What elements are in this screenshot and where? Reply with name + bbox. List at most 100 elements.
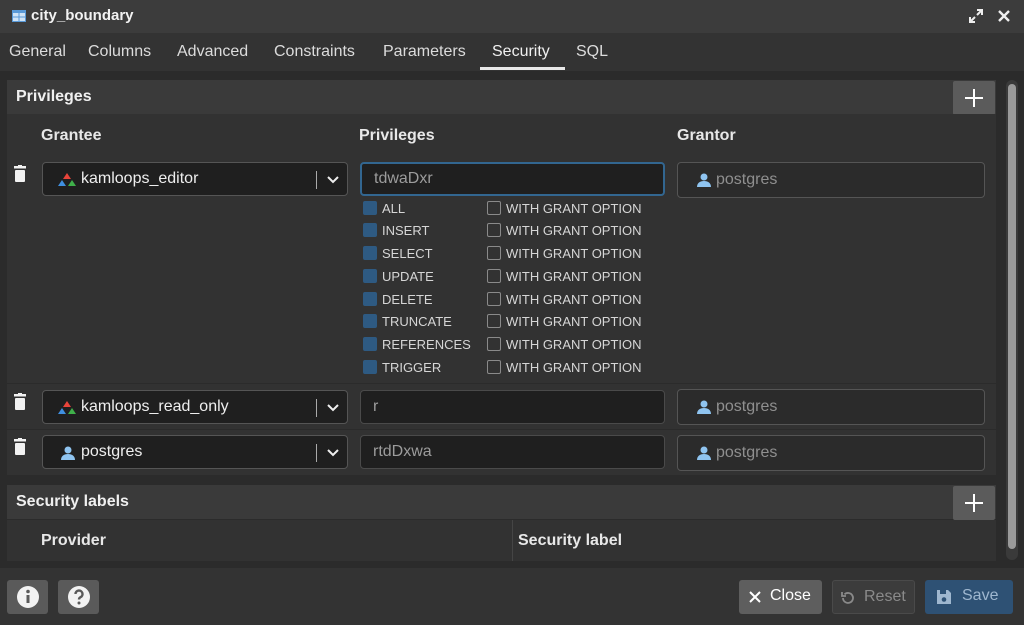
grant-option-checkbox[interactable] xyxy=(487,337,501,351)
tab-constraints[interactable]: Constraints xyxy=(274,43,355,61)
tab-bar: General Columns Advanced Constraints Par… xyxy=(0,33,1024,71)
user-icon xyxy=(697,400,711,414)
select-separator xyxy=(316,444,317,462)
grantor-field: postgres xyxy=(677,389,985,425)
grant-option-checkbox[interactable] xyxy=(487,360,501,374)
grant-option-label: WITH GRANT OPTION xyxy=(506,223,642,238)
privileges-column-header: Privileges xyxy=(359,127,435,144)
privilege-checkbox-insert[interactable] xyxy=(363,223,377,237)
privileges-panel-header: Privileges xyxy=(7,80,996,114)
security-labels-panel-title: Security labels xyxy=(16,493,129,510)
chevron-down-icon[interactable] xyxy=(326,401,340,415)
security-labels-header-row: Provider Security label xyxy=(7,520,996,561)
add-security-label-button[interactable] xyxy=(953,486,995,520)
provider-column-header: Provider xyxy=(41,532,106,549)
tab-general[interactable]: General xyxy=(9,43,66,61)
privilege-checkbox-select[interactable] xyxy=(363,246,377,260)
grantor-value: postgres xyxy=(716,171,778,188)
grant-option-label: WITH GRANT OPTION xyxy=(506,337,642,352)
tab-sql[interactable]: SQL xyxy=(576,43,608,61)
tab-columns[interactable]: Columns xyxy=(88,43,151,61)
privileges-header-row: Grantee Privileges Grantor xyxy=(7,114,996,156)
grant-option-checkbox[interactable] xyxy=(487,246,501,260)
privileges-input[interactable]: rtdDxwa xyxy=(360,435,665,469)
grantee-select[interactable]: postgres xyxy=(42,435,348,469)
chevron-down-icon[interactable] xyxy=(326,446,340,460)
privileges-value: tdwaDxr xyxy=(374,170,433,187)
help-button[interactable] xyxy=(58,580,99,614)
delete-row-icon[interactable] xyxy=(13,165,27,183)
grantee-value: postgres xyxy=(81,443,143,460)
delete-row-icon[interactable] xyxy=(13,438,27,456)
user-icon xyxy=(61,446,75,460)
group-role-icon xyxy=(58,173,76,186)
grant-option-checkbox[interactable] xyxy=(487,292,501,306)
chevron-down-icon[interactable] xyxy=(326,173,340,187)
privilege-checkbox-references[interactable] xyxy=(363,337,377,351)
user-icon xyxy=(697,173,711,187)
select-separator xyxy=(316,171,317,189)
security-label-column-header: Security label xyxy=(518,532,623,549)
reset-button[interactable]: Reset xyxy=(832,580,915,614)
add-privilege-button[interactable] xyxy=(953,81,995,115)
privilege-label: INSERT xyxy=(382,223,430,238)
grantor-value: postgres xyxy=(716,444,778,461)
info-icon xyxy=(17,586,39,608)
privileges-value: rtdDxwa xyxy=(373,443,432,460)
select-separator xyxy=(316,399,317,417)
grantor-value: postgres xyxy=(716,398,778,415)
close-label: Close xyxy=(770,587,811,604)
scrollbar-thumb[interactable] xyxy=(1008,84,1016,549)
grantee-select[interactable]: kamloops_read_only xyxy=(42,390,348,424)
grant-option-label: WITH GRANT OPTION xyxy=(506,360,642,375)
privileges-input[interactable]: tdwaDxr xyxy=(360,162,665,196)
close-x-icon xyxy=(749,591,761,603)
delete-row-icon[interactable] xyxy=(13,393,27,411)
privilege-label: DELETE xyxy=(382,292,433,307)
privilege-checkbox-truncate[interactable] xyxy=(363,314,377,328)
table-icon xyxy=(12,10,26,22)
title-bar: city_boundary xyxy=(0,0,1024,33)
help-icon xyxy=(68,586,90,608)
privilege-checkbox-update[interactable] xyxy=(363,269,377,283)
security-labels-panel-header: Security labels xyxy=(7,485,996,519)
grantee-value: kamloops_read_only xyxy=(81,398,229,415)
save-icon xyxy=(937,590,951,604)
privilege-checkbox-all[interactable] xyxy=(363,201,377,215)
grant-option-label: WITH GRANT OPTION xyxy=(506,201,642,216)
info-button[interactable] xyxy=(7,580,48,614)
close-icon[interactable] xyxy=(994,6,1014,26)
tab-advanced[interactable]: Advanced xyxy=(177,43,248,61)
reset-icon xyxy=(841,592,854,604)
privilege-label: TRIGGER xyxy=(382,360,442,375)
grantor-field: postgres xyxy=(677,162,985,198)
save-button[interactable]: Save xyxy=(925,580,1013,614)
reset-label: Reset xyxy=(864,588,906,605)
privilege-label: ALL xyxy=(382,201,406,216)
tab-security[interactable]: Security xyxy=(492,43,550,61)
grant-option-checkbox[interactable] xyxy=(487,269,501,283)
grant-option-label: WITH GRANT OPTION xyxy=(506,269,642,284)
active-tab-indicator xyxy=(480,67,565,70)
grant-option-checkbox[interactable] xyxy=(487,223,501,237)
save-label: Save xyxy=(962,587,999,604)
group-role-icon xyxy=(58,401,76,414)
grant-option-label: WITH GRANT OPTION xyxy=(506,292,642,307)
grantee-select[interactable]: kamloops_editor xyxy=(42,162,348,196)
privilege-label: UPDATE xyxy=(382,269,434,284)
close-button[interactable]: Close xyxy=(739,580,822,614)
grantee-value: kamloops_editor xyxy=(81,170,199,187)
privileges-panel-title: Privileges xyxy=(16,88,92,105)
privilege-label: TRUNCATE xyxy=(382,314,452,329)
privilege-label: REFERENCES xyxy=(382,337,471,352)
grant-option-checkbox[interactable] xyxy=(487,201,501,215)
maximize-icon[interactable] xyxy=(966,6,986,26)
privileges-value: r xyxy=(373,398,379,415)
privilege-checkbox-trigger[interactable] xyxy=(363,360,377,374)
privilege-checkbox-delete[interactable] xyxy=(363,292,377,306)
grant-option-checkbox[interactable] xyxy=(487,314,501,328)
tab-parameters[interactable]: Parameters xyxy=(383,43,466,61)
user-icon xyxy=(697,446,711,460)
grant-option-label: WITH GRANT OPTION xyxy=(506,314,642,329)
privileges-input[interactable]: r xyxy=(360,390,665,424)
